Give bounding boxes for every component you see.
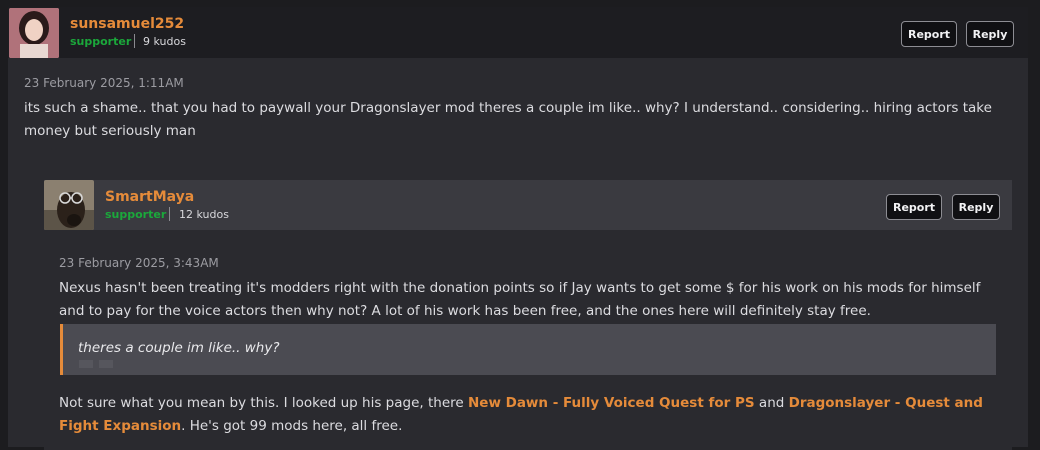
reply-text-2-suffix: . He's got 99 mods here, all free. [181,418,403,434]
author-kudos: 9 kudos [143,35,186,48]
mod-link-new-dawn[interactable]: New Dawn - Fully Voiced Quest for PS [468,395,755,411]
reply-timestamp: 23 February 2025, 3:43AM [59,256,219,270]
comment-header: sunsamuel252 supporter 9 kudos Report Re… [8,7,1028,58]
comment-text: its such a shame.. that you had to paywa… [24,100,992,139]
blockquote: theres a couple im like.. why? [60,324,996,375]
reply-text-2-prefix: Not sure what you mean by this. I looked… [59,395,468,411]
reply-header: SmartMaya supporter 12 kudos Report Repl… [44,180,1012,230]
comment-card: sunsamuel252 supporter 9 kudos Report Re… [8,7,1028,450]
comment-timestamp: 23 February 2025, 1:11AM [24,76,184,90]
reply-card: SmartMaya supporter 12 kudos Report Repl… [44,180,1012,450]
reply-author-role-badge: supporter [105,208,167,221]
reply-text-2: Not sure what you mean by this. I looked… [59,392,999,438]
author-role-badge: supporter [70,35,132,48]
divider [169,207,170,221]
reply-author-avatar[interactable] [44,180,94,230]
quote-decoration [99,360,113,368]
reply-author-name[interactable]: SmartMaya [105,189,194,205]
divider [134,34,135,48]
reply-button[interactable]: Reply [966,21,1014,47]
reply-reply-button[interactable]: Reply [952,194,1000,220]
quote-text: theres a couple im like.. why? [78,340,280,356]
reply-author-kudos: 12 kudos [179,208,229,221]
report-button[interactable]: Report [901,21,957,47]
reply-report-button[interactable]: Report [886,194,942,220]
reply-text-2-mid: and [754,395,789,411]
quote-decoration [79,360,93,368]
reply-text: Nexus hasn't been treating it's modders … [59,280,981,319]
author-name[interactable]: sunsamuel252 [70,16,184,32]
author-avatar[interactable] [9,8,59,58]
